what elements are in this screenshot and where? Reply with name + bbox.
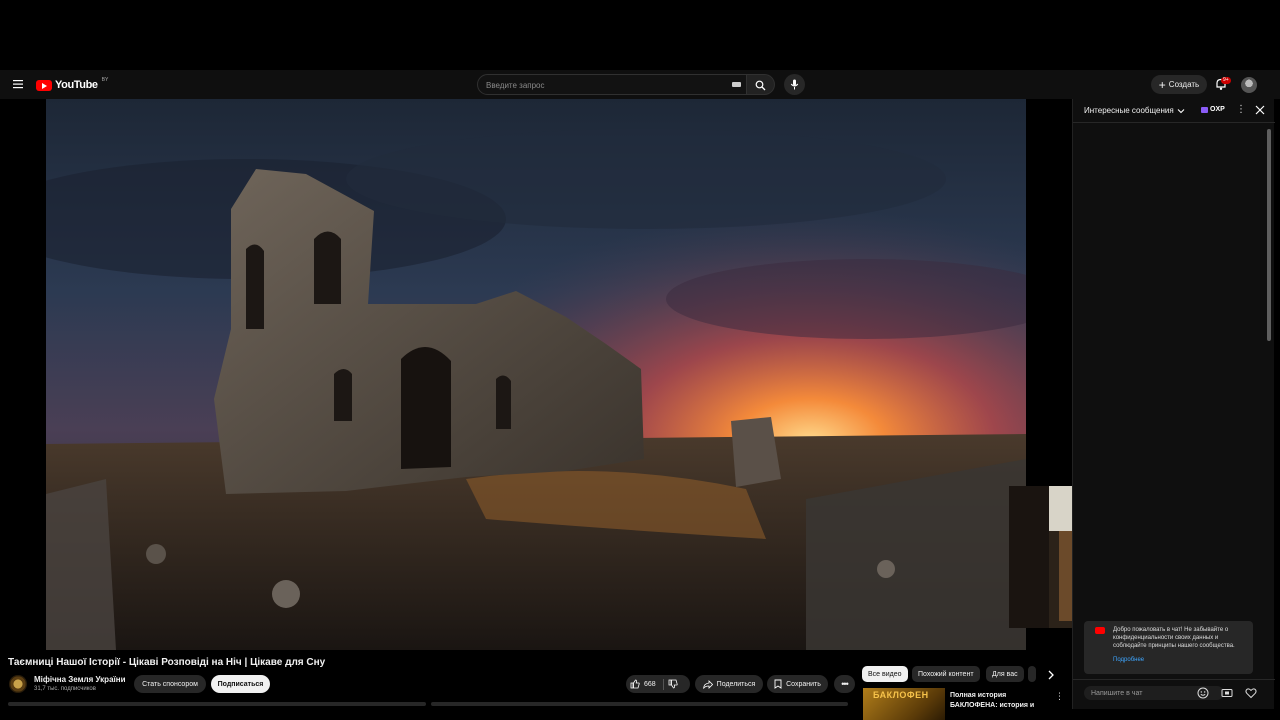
learn-more-link[interactable]: Подробнее <box>1113 657 1144 663</box>
chip-for-you[interactable]: Для вас <box>986 666 1024 682</box>
sponsor-button[interactable]: Стать спонсором <box>134 675 206 693</box>
like-dislike-group: 668 <box>626 675 690 693</box>
strip-segment <box>8 702 426 706</box>
description-placeholder-strip <box>8 702 848 706</box>
recommended-video-title[interactable]: Полная история БАКЛОФЕНА: история и эффе… <box>950 691 1054 711</box>
video-title: Таємниці Нашої Історії - Цікаві Розповід… <box>8 657 326 668</box>
voice-search-button[interactable] <box>784 74 805 95</box>
search-icon <box>755 80 766 91</box>
welcome-text: Добро пожаловать в чат! Не забывайте о к… <box>1113 627 1235 649</box>
youtube-play-icon <box>36 79 52 91</box>
thumbs-up-icon[interactable] <box>630 679 640 689</box>
chip-all-videos[interactable]: Все видео <box>862 666 908 682</box>
thumbnail-text: БАКЛОФЕН <box>873 690 929 700</box>
search-input[interactable] <box>486 79 716 91</box>
chat-scrollbar[interactable] <box>1267 129 1271 341</box>
chat-mode-selector[interactable]: Интересные сообщения <box>1084 106 1174 115</box>
notification-badge: 9+ <box>1221 77 1231 84</box>
chip-overflow[interactable] <box>1028 666 1036 682</box>
video-frame-image <box>46 99 1026 650</box>
search-button[interactable] <box>747 74 775 95</box>
strip-segment <box>430 702 848 706</box>
like-count[interactable]: 668 <box>644 681 656 688</box>
like-divider <box>662 678 664 690</box>
chip-related[interactable]: Похожий контент <box>912 666 980 682</box>
channel-avatar[interactable] <box>9 675 27 693</box>
masthead: YouTube BY + Создать 9+ <box>0 70 1280 99</box>
chevron-right-icon[interactable] <box>1045 669 1057 681</box>
microphone-icon <box>790 79 799 90</box>
heart-icon[interactable] <box>1245 687 1257 699</box>
subscribe-button[interactable]: Подписаться <box>211 675 270 693</box>
emoji-icon[interactable] <box>1197 687 1209 699</box>
share-arrow-icon <box>702 679 713 689</box>
recommended-video-thumbnail[interactable]: БАКЛОФЕН <box>863 688 945 720</box>
youtube-logo[interactable]: YouTube BY <box>36 77 109 93</box>
thumbs-down-icon[interactable] <box>668 679 678 689</box>
chat-welcome-message: Добро пожаловать в чат! Не забывайте о к… <box>1084 621 1253 674</box>
chat-options-icon[interactable]: ⋮ <box>1236 104 1246 116</box>
chat-header: Интересные сообщения OXP ⋮ <box>1073 99 1275 123</box>
bookmark-icon <box>774 679 782 689</box>
create-label: Создать <box>1168 80 1200 89</box>
save-button[interactable]: Сохранить <box>767 675 828 693</box>
plus-icon: + <box>1158 77 1166 92</box>
create-button[interactable]: + Создать <box>1151 75 1207 94</box>
close-icon[interactable] <box>1255 105 1265 115</box>
region-badge: BY <box>101 77 109 83</box>
save-label: Сохранить <box>786 680 821 688</box>
live-chat-panel: Интересные сообщения OXP ⋮ Добро пожалов… <box>1072 99 1275 709</box>
subscriber-count: 31,7 тыс. подписчиков <box>34 686 96 692</box>
share-label: Поделиться <box>716 680 756 688</box>
vertical-dots-icon[interactable]: ⋮ <box>1055 691 1064 702</box>
keyboard-icon[interactable] <box>732 82 741 87</box>
channel-name[interactable]: Міфічна Земля України <box>34 675 126 684</box>
share-button[interactable]: Поделиться <box>695 675 763 693</box>
video-player[interactable] <box>46 99 1026 650</box>
more-actions-icon[interactable]: ••• <box>834 675 855 693</box>
gem-icon <box>1201 106 1208 113</box>
chevron-down-icon[interactable] <box>1177 107 1185 115</box>
points-badge[interactable]: OXP <box>1201 106 1225 113</box>
search-box <box>477 74 747 95</box>
super-chat-icon[interactable] <box>1221 687 1233 699</box>
youtube-icon <box>1095 627 1105 634</box>
logo-text: YouTube <box>55 79 98 91</box>
chat-input-row <box>1073 679 1275 709</box>
user-avatar[interactable] <box>1241 77 1257 93</box>
points-label: OXP <box>1210 106 1225 113</box>
hamburger-menu-icon[interactable] <box>12 78 24 90</box>
